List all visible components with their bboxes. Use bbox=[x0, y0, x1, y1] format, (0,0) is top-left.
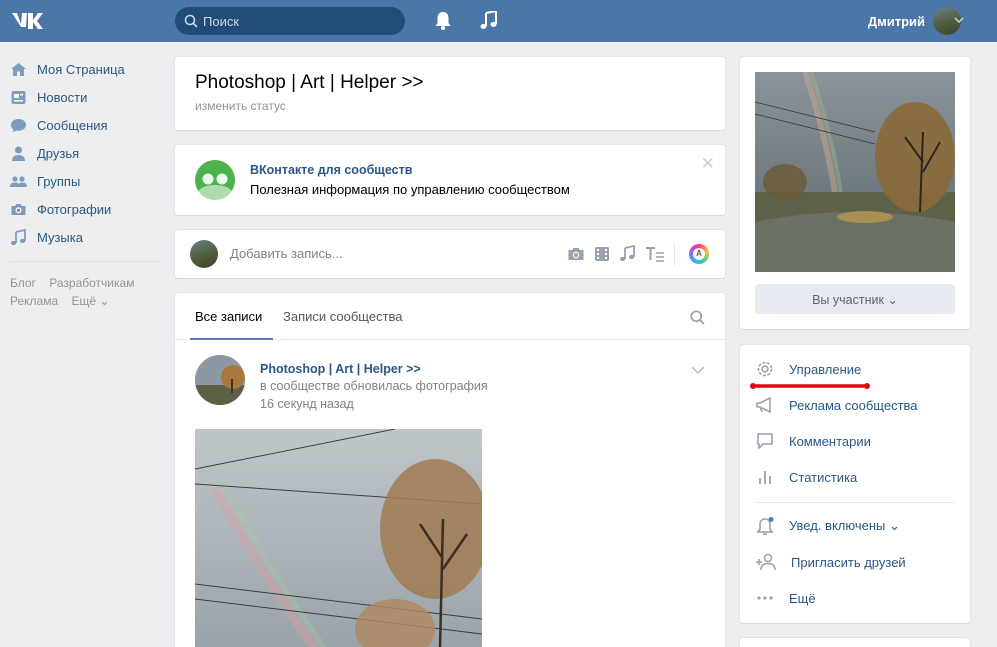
menu-item-invite-friends[interactable]: Пригласить друзей bbox=[755, 544, 906, 580]
bell-icon bbox=[756, 517, 774, 535]
music-icon[interactable] bbox=[480, 11, 498, 31]
nav-item-label: Фотографии bbox=[37, 201, 112, 217]
membership-button[interactable]: Вы участник ⌄ bbox=[755, 284, 955, 314]
footer-link-ads[interactable]: Реклама bbox=[10, 294, 58, 308]
menu-item-label: Статистика bbox=[789, 469, 858, 485]
nav-item-label: Группы bbox=[37, 173, 81, 189]
bell-icon[interactable] bbox=[434, 11, 452, 31]
post-description: в сообществе обновилась фотография bbox=[260, 379, 488, 393]
nav-item-music[interactable]: Музыка bbox=[0, 223, 165, 251]
menu-item-more[interactable]: Ещё bbox=[755, 580, 816, 616]
left-nav: Моя Страница Новости Сообщения Друзья Гр… bbox=[0, 55, 165, 310]
vk-logo-icon[interactable] bbox=[10, 9, 44, 33]
post-photo[interactable] bbox=[195, 429, 482, 647]
top-bar: Дмитрий bbox=[0, 0, 997, 42]
page-header-card: Photoshop | Art | Helper >> изменить ста… bbox=[175, 57, 725, 130]
active-tab-indicator bbox=[190, 338, 273, 340]
nav-item-news[interactable]: Новости bbox=[0, 83, 165, 111]
page-title: Photoshop | Art | Helper >> bbox=[195, 72, 424, 93]
nav-item-messages[interactable]: Сообщения bbox=[0, 111, 165, 139]
footer-link-developers[interactable]: Разработчикам bbox=[49, 276, 134, 290]
close-icon[interactable]: ✕ bbox=[701, 154, 715, 174]
menu-item-community-ads[interactable]: Реклама сообщества bbox=[755, 387, 918, 423]
next-card bbox=[740, 638, 970, 647]
camera-icon[interactable] bbox=[567, 245, 585, 263]
music-icon bbox=[11, 228, 26, 245]
footer-link-blog[interactable]: Блог bbox=[10, 276, 36, 290]
gear-icon bbox=[757, 361, 773, 377]
wall-feed: Все записи Записи сообщества Photoshop |… bbox=[175, 293, 725, 647]
search-icon[interactable] bbox=[690, 310, 705, 325]
text-icon[interactable] bbox=[645, 245, 665, 263]
search-input[interactable] bbox=[203, 7, 398, 35]
composer-divider bbox=[674, 242, 675, 266]
menu-item-label: Комментарии bbox=[789, 433, 871, 449]
promo-title[interactable]: ВКонтакте для сообществ bbox=[250, 163, 412, 177]
menu-item-label: Увед. включены ⌄ bbox=[789, 518, 900, 533]
community-actions-menu: Управление Реклама сообщества Комментари… bbox=[740, 345, 970, 623]
stats-icon bbox=[759, 471, 771, 484]
footer-links: Блог Разработчикам Реклама Ещё ⌄ bbox=[0, 274, 165, 310]
more-icon bbox=[757, 596, 773, 600]
comment-icon bbox=[757, 433, 773, 449]
post-composer: Добавить запись... A bbox=[175, 230, 725, 278]
friend-icon bbox=[12, 146, 25, 161]
nav-item-label: Новости bbox=[37, 89, 88, 105]
megaphone-icon bbox=[756, 397, 771, 413]
menu-item-label: Пригласить друзей bbox=[791, 554, 906, 570]
community-cover-card: Вы участник ⌄ bbox=[740, 57, 970, 329]
nav-item-my-page[interactable]: Моя Страница bbox=[0, 55, 165, 83]
vk-communities-logo-icon bbox=[195, 160, 235, 200]
nav-divider bbox=[10, 261, 160, 262]
menu-item-label: Управление bbox=[789, 361, 862, 377]
feed-tabs: Все записи Записи сообщества bbox=[175, 293, 725, 340]
groups-icon bbox=[10, 175, 27, 187]
menu-item-manage[interactable]: Управление bbox=[755, 351, 861, 387]
promo-text: Полезная информация по управлению сообще… bbox=[250, 182, 570, 197]
add-friend-icon bbox=[756, 553, 776, 571]
chevron-down-icon[interactable] bbox=[954, 17, 964, 23]
nav-item-groups[interactable]: Группы bbox=[0, 167, 165, 195]
footer-link-more[interactable]: Ещё ⌄ bbox=[71, 294, 109, 308]
menu-item-label: Ещё bbox=[789, 590, 816, 606]
menu-divider bbox=[755, 502, 955, 503]
menu-item-statistics[interactable]: Статистика bbox=[755, 459, 857, 495]
nav-item-label: Друзья bbox=[37, 145, 80, 161]
nav-item-label: Музыка bbox=[37, 229, 83, 245]
tab-community-posts[interactable]: Записи сообщества bbox=[283, 309, 403, 324]
post-input[interactable]: Добавить запись... bbox=[230, 246, 343, 261]
messages-icon bbox=[11, 118, 26, 132]
menu-item-notifications[interactable]: Увед. включены ⌄ bbox=[755, 508, 900, 544]
home-icon bbox=[11, 62, 26, 76]
community-cover-photo[interactable] bbox=[755, 72, 955, 272]
stories-icon[interactable]: A bbox=[689, 244, 709, 264]
menu-item-comments[interactable]: Комментарии bbox=[755, 423, 871, 459]
post-author[interactable]: Photoshop | Art | Helper >> bbox=[260, 362, 421, 376]
nav-item-label: Моя Страница bbox=[37, 61, 125, 77]
composer-tools bbox=[559, 245, 665, 263]
tab-all-posts[interactable]: Все записи bbox=[195, 309, 262, 324]
nav-item-photos[interactable]: Фотографии bbox=[0, 195, 165, 223]
nav-item-label: Сообщения bbox=[37, 117, 108, 133]
nav-item-friends[interactable]: Друзья bbox=[0, 139, 165, 167]
menu-item-label: Реклама сообщества bbox=[789, 397, 918, 413]
avatar bbox=[190, 240, 218, 268]
camera-icon bbox=[11, 203, 26, 215]
post-time[interactable]: 16 секунд назад bbox=[260, 397, 354, 411]
video-icon[interactable] bbox=[593, 245, 611, 263]
promo-card: ВКонтакте для сообществ Полезная информа… bbox=[175, 145, 725, 215]
news-icon bbox=[11, 90, 26, 104]
chevron-down-icon[interactable] bbox=[691, 366, 705, 374]
avatar[interactable] bbox=[195, 355, 245, 405]
stories-icon-letter: A bbox=[693, 248, 705, 260]
search-box[interactable] bbox=[175, 7, 405, 35]
search-icon bbox=[184, 14, 198, 28]
change-status-link[interactable]: изменить статус bbox=[195, 99, 286, 113]
user-name[interactable]: Дмитрий bbox=[868, 14, 925, 29]
music-icon[interactable] bbox=[619, 245, 637, 263]
user-menu[interactable]: Дмитрий bbox=[868, 7, 961, 35]
